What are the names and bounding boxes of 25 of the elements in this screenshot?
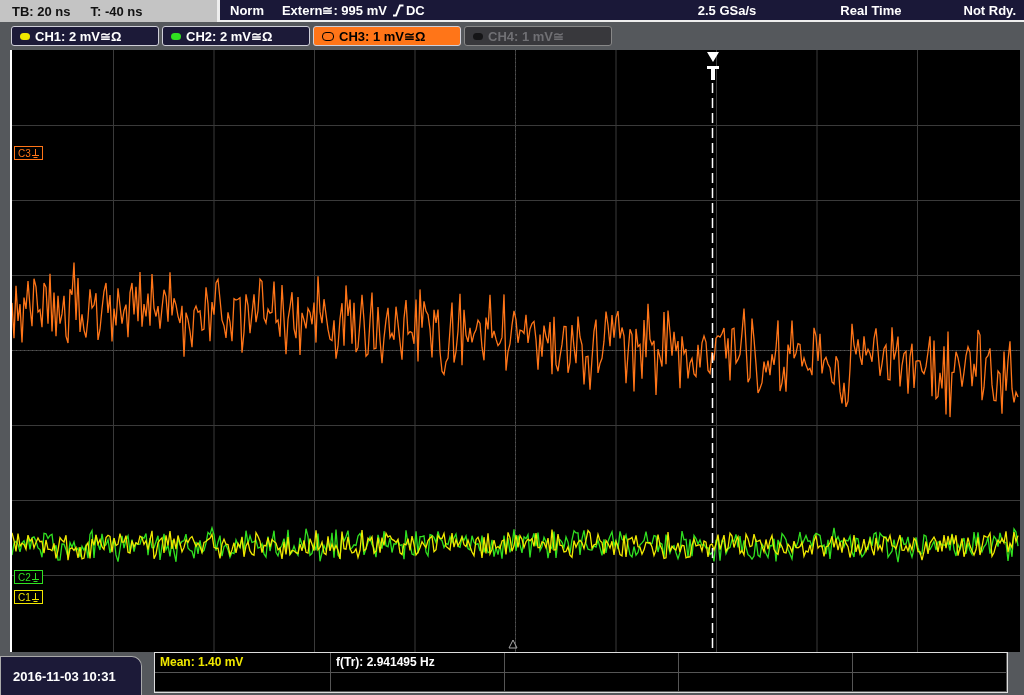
channel-marker[interactable]: C3 [14,146,43,160]
measurement-value: f(Tr): 2.941495 Hz [336,655,435,670]
ground-marker-icon [508,639,518,649]
date-time-label: 2016-11-03 10:31 [0,656,142,695]
acquisition-label: Real Time [840,2,902,18]
channel-tab[interactable]: CH1: 2 mV≅Ω [11,26,159,46]
ground-icon [31,592,39,602]
measurement-value: Mean: 1.40 mV [160,655,244,670]
trigger-source-label: Extern≅: 995 mV [281,2,387,18]
channel-tab[interactable]: CH3: 1 mV≅Ω [313,26,461,46]
marker-label: C2 [18,571,31,583]
trigger-mode-label: Norm [230,2,264,18]
ground-icon [31,148,39,158]
ground-icon [31,572,39,582]
marker-label: C1 [18,591,31,603]
trigger-time-label: T: -40 ns [90,3,143,19]
rising-edge-icon [391,3,404,17]
timebase-label: TB: 20 ns [12,3,71,19]
channel-marker[interactable]: C2 [14,570,43,584]
sample-rate-label: 2.5 GSa/s [697,2,757,18]
channel-tab[interactable]: CH2: 2 mV≅Ω [162,26,310,46]
marker-label: C3 [18,147,31,159]
status-label: Not Rdy. [963,2,1016,18]
trigger-coupling-label: DC [405,2,425,18]
channel-marker[interactable]: C1 [14,590,43,604]
